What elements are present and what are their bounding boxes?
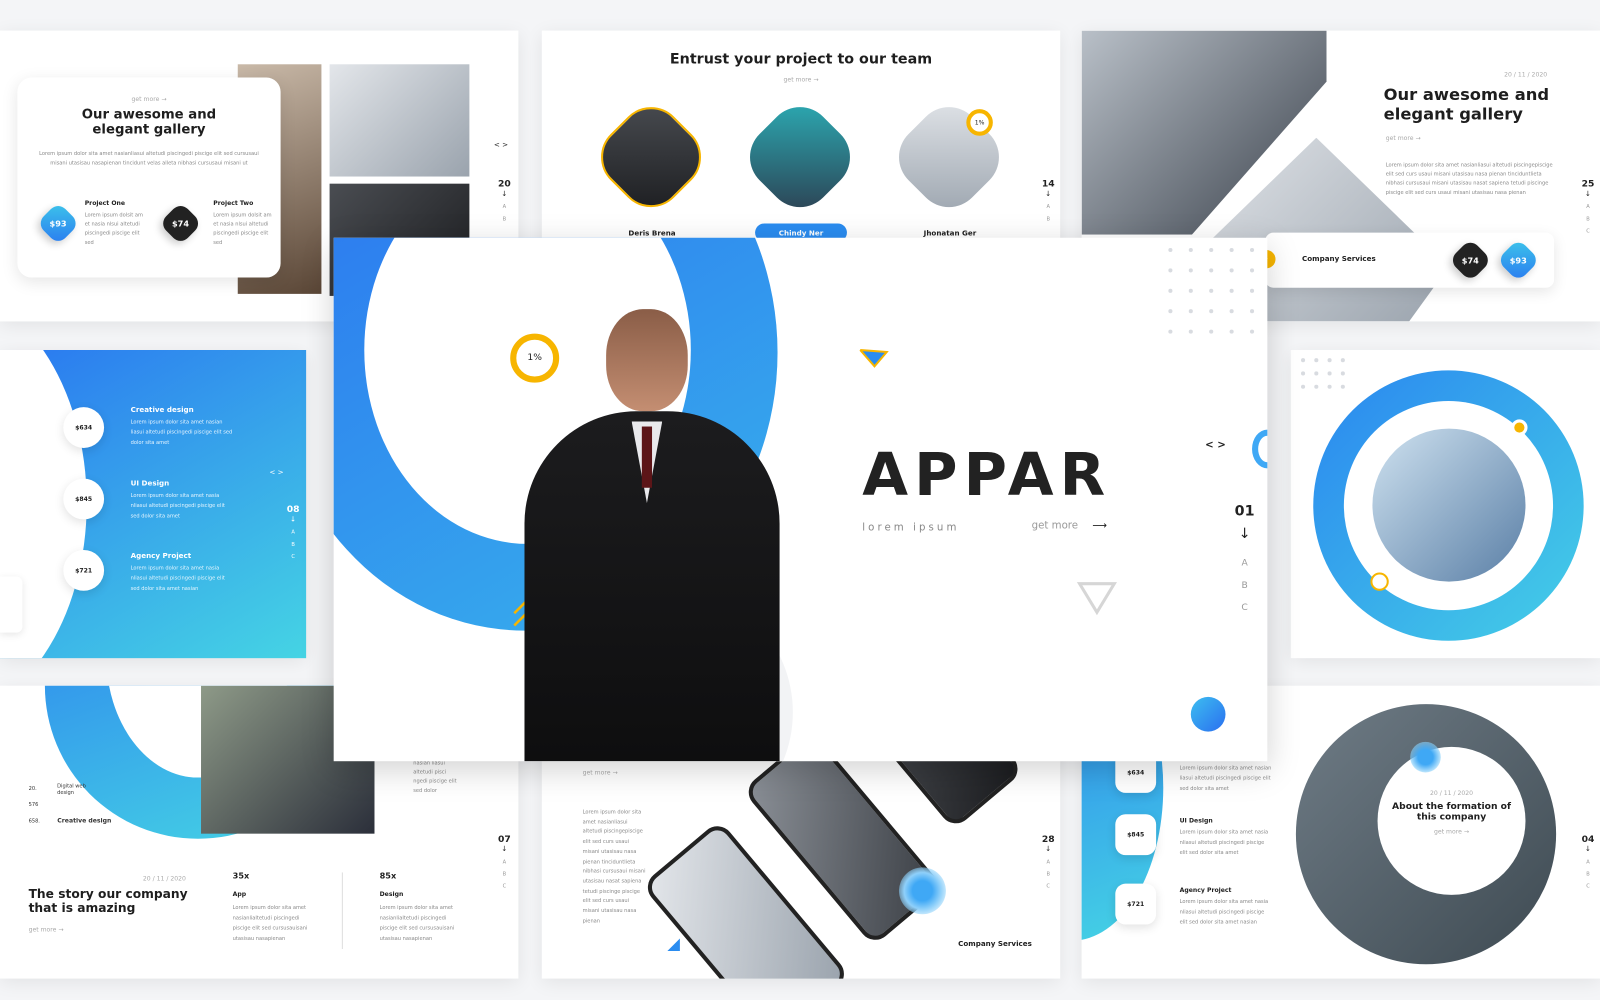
dot-grid (1168, 247, 1255, 334)
price-box: $845 (1115, 814, 1157, 856)
page-indicator: 25 ↓ A B C (1581, 179, 1595, 235)
gallery-title: Our awesome and elegant gallery (1383, 84, 1550, 124)
percent-badge: 1% (966, 109, 993, 136)
member-name: Jhonatan Ger (923, 229, 977, 238)
date: 20 / 11 / 2020 (1504, 71, 1548, 79)
price-circle: $845 (63, 478, 105, 520)
page-indicator: 08 ↓ A B C (286, 505, 300, 561)
service-item: UI Design Lorem ipsum dolor sita amet nas… (130, 479, 225, 520)
services-label: Company Services (1302, 255, 1376, 264)
team-title: Entrust your project to our team (669, 51, 933, 68)
member-name: Deris Brena (628, 229, 676, 238)
gallery-card: get more → Our awesome and elegant galle… (17, 77, 281, 278)
businessman-photo (524, 309, 780, 762)
side-card (0, 576, 23, 633)
appar-logo: APPAR (862, 439, 1112, 510)
get-more-link[interactable]: get more → (542, 77, 1060, 84)
story-list: 20. Digital web design 576 658. Creative d… (28, 783, 112, 825)
date: 20 / 11 / 2020 (1429, 789, 1474, 797)
gallery-title: Our awesome and elegant gallery (81, 107, 217, 138)
stat-app: 35x App Lorem ipsum dolor sita amet nasian… (232, 871, 308, 942)
service-item: UI Design Lorem ipsum dolor sita amet nas… (1179, 817, 1269, 857)
page-indicator: 07 ↓ A B C (497, 834, 511, 890)
arrow-right-icon: ⟶ (1092, 520, 1107, 532)
target-circle (1410, 741, 1441, 773)
services-card: › Company Services $74 $93 (1257, 232, 1555, 288)
date: 20 / 11 / 2020 (142, 875, 186, 883)
get-more-link[interactable]: get more → (17, 96, 280, 103)
paper-plane-icon: ◢ (667, 933, 680, 954)
get-more-link[interactable]: get more ⟶ (1032, 520, 1107, 531)
service-item: Creative design Lorem ipsum dolor sita am… (130, 406, 233, 446)
get-more-link[interactable]: get more → (1378, 829, 1526, 836)
yellow-ring-dot (1370, 572, 1389, 591)
page-indicator: 14 ↓ A B (1041, 179, 1055, 223)
formation-title: About the formation of this company (1392, 802, 1511, 823)
price-circle: $634 (63, 407, 105, 448)
price-badge: $93 (36, 201, 80, 246)
service-item: Agency Project Lorem ipsum dolor sita ame… (130, 552, 225, 592)
get-more-link[interactable]: get more → (1386, 135, 1421, 142)
services-label: Company Services (958, 939, 1032, 948)
formation-circle: 20 / 11 / 2020 About the formation of th… (1377, 746, 1526, 895)
price-circle: $721 (63, 549, 105, 591)
service-item: Lorem ipsum dolor sita amet nasian liasu… (1179, 765, 1272, 792)
member-photo (736, 93, 864, 221)
gallery-photo-meeting (329, 64, 470, 177)
yellow-dot (1511, 419, 1528, 436)
page-indicator: 01 ↓ A B C (1234, 503, 1255, 614)
price-badge: $93 (1496, 238, 1541, 282)
ring-edge (1252, 429, 1268, 469)
story-title: The story our company that is amazing (28, 886, 188, 916)
template-preview: get more → Our awesome and elegant galle… (0, 0, 1600, 1000)
tagline: lorem ipsum (862, 522, 960, 534)
slide-ring-photo[interactable] (1290, 349, 1600, 659)
project-two: Project Two Lorem ipsum dolsit am et nasi… (213, 199, 272, 246)
page-indicator: 28 ↓ A B C (1041, 834, 1055, 890)
gallery-body: Lorem ipsum dolor sita amet nasianliasui… (1385, 162, 1553, 196)
slide-nav[interactable]: < > (269, 468, 283, 476)
member-photo (587, 93, 715, 221)
page-indicator: 20 ↓ A B (497, 179, 511, 223)
slide-nav[interactable]: < > (494, 141, 508, 149)
dot-grid (1301, 358, 1345, 389)
stat-design: 85x Design Lorem ipsum dolor sita amet nas… (379, 871, 455, 942)
phones-body: Lorem ipsum dolor sita amet nasianliasui… (582, 809, 646, 925)
blue-dot (1190, 696, 1226, 732)
slide-services-blue[interactable]: < > 08 ↓ A B C $634 Creative design Lorem ips… (0, 349, 307, 659)
price-badge: $74 (158, 201, 203, 246)
price-badge: $74 (1448, 238, 1493, 282)
get-more-link[interactable]: get more → (583, 769, 618, 776)
price-box: $721 (1115, 883, 1157, 925)
service-item: Agency Project Lorem ipsum dolor sita ame… (1179, 886, 1269, 926)
triangle-icon (1076, 582, 1117, 616)
gallery-body: Lorem ipsum dolor sita amet nasianliasui… (39, 151, 259, 167)
member-photo (885, 93, 1013, 221)
paper-plane-icon (859, 348, 889, 368)
page-indicator: 04 ↓ A B C (1581, 834, 1595, 890)
divider (341, 872, 343, 949)
target-circle (898, 867, 946, 915)
slide-nav[interactable]: < > (1205, 440, 1226, 451)
project-one: Project One Lorem ipsum dolsit am et nasi… (84, 199, 143, 246)
side-text: nasian liasui altetudi pisci ngedi pisci… (413, 760, 457, 794)
man-with-phone-photo (1372, 428, 1526, 582)
get-more-link[interactable]: get more → (29, 927, 64, 934)
slide-hero[interactable]: 1% APPAR lorem ipsum get more ⟶ < > 01 ↓ A B… (333, 237, 1268, 762)
